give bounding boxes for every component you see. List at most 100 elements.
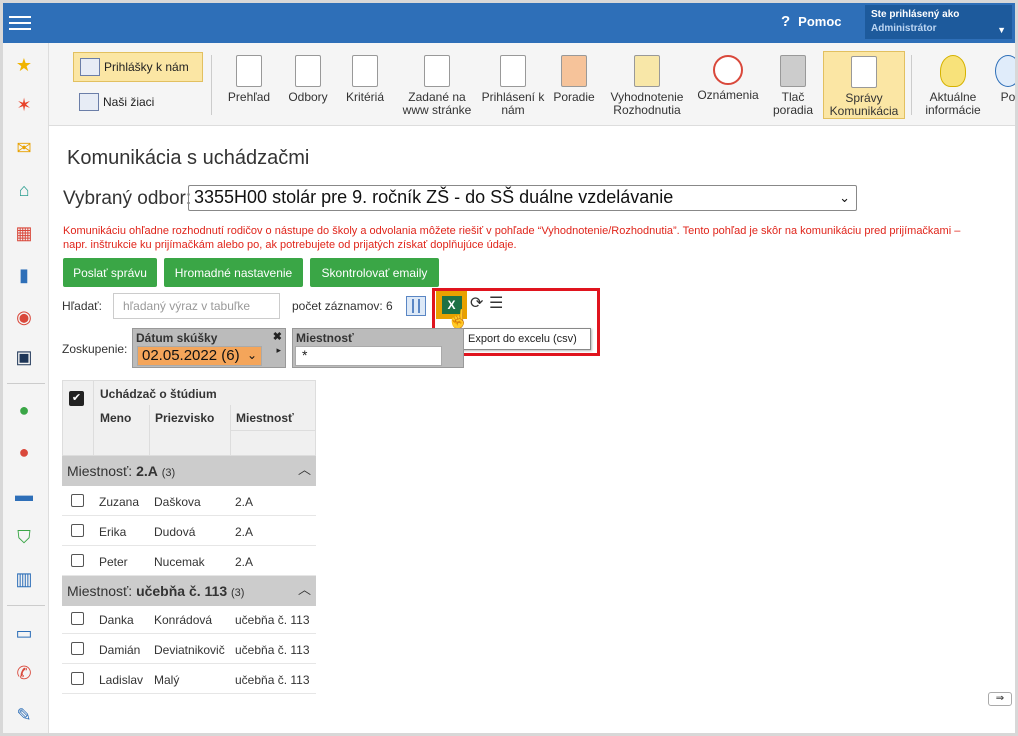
clipboard-search-icon bbox=[295, 55, 321, 87]
field-select[interactable]: 3355H00 stolár pre 9. ročník ZŠ - do SŠ … bbox=[188, 185, 857, 211]
ribbon-help[interactable]: Po bbox=[993, 51, 1015, 119]
col-miestnost[interactable]: Miestnosť bbox=[236, 411, 294, 425]
ribbon-divider bbox=[911, 55, 912, 115]
help-circle-icon bbox=[995, 55, 1015, 87]
star-icon[interactable]: ★ bbox=[12, 53, 36, 77]
row-checkbox[interactable] bbox=[71, 672, 84, 685]
col-meno[interactable]: Meno bbox=[100, 411, 131, 425]
cell: učebňa č. 113 bbox=[235, 613, 310, 627]
magic-wand-icon[interactable]: ✶ bbox=[12, 93, 36, 117]
book-icon[interactable]: ▮ bbox=[12, 263, 36, 287]
menu-icon[interactable] bbox=[9, 12, 31, 30]
our-students-button[interactable]: Naši žiaci bbox=[73, 87, 203, 117]
ribbon-zadane[interactable]: Zadané na www stránke bbox=[397, 51, 477, 119]
ribbon-divider bbox=[211, 55, 212, 115]
ribbon-spravy[interactable]: Správy Komunikácia bbox=[823, 51, 905, 119]
col-priezvisko[interactable]: Priezvisko bbox=[155, 411, 214, 425]
cell: učebňa č. 113 bbox=[235, 643, 310, 657]
ribbon-prihlaseni[interactable]: Prihlásení k nám bbox=[481, 51, 545, 119]
chevron-down-icon: ⌄ bbox=[246, 348, 257, 362]
row-checkbox[interactable] bbox=[71, 612, 84, 625]
chart-icon[interactable]: ▥ bbox=[12, 567, 36, 591]
ribbon-kriteria[interactable]: Kritériá bbox=[339, 51, 391, 119]
chevron-up-icon[interactable]: ︿ bbox=[298, 579, 311, 598]
check-emails-button[interactable]: Skontrolovať emaily bbox=[310, 258, 439, 287]
date-select[interactable]: 02.05.2022 (6) ⌄ bbox=[137, 346, 262, 366]
chevron-up-icon[interactable]: ︿ bbox=[298, 459, 311, 478]
applications-to-us-button[interactable]: Prihlášky k nám bbox=[73, 52, 203, 82]
clipboard-eye-icon bbox=[236, 55, 262, 87]
cell: Peter bbox=[99, 555, 128, 569]
table-row[interactable]: Peter Nucemak 2.A bbox=[62, 546, 316, 576]
grid-header: ✔ Uchádzač o štúdium Meno Priezvisko Mie… bbox=[62, 380, 316, 457]
bulk-settings-button[interactable]: Hromadné nastavenie bbox=[164, 258, 303, 287]
ribbon-oznamenia[interactable]: Oznámenia bbox=[693, 51, 763, 119]
group-row[interactable]: Miestnosť: 2.A (3) ︿ bbox=[62, 456, 316, 486]
info-note: Komunikáciu ohľadne rozhodnutí rodičov o… bbox=[63, 225, 961, 251]
cell: Nucemak bbox=[154, 555, 205, 569]
triangle-right-icon: ▸ bbox=[276, 345, 281, 355]
columns-icon[interactable] bbox=[406, 296, 426, 316]
institution-icon bbox=[79, 93, 99, 111]
room-filter-input[interactable]: * bbox=[295, 346, 442, 366]
field-label: Vybraný odbor: bbox=[63, 188, 192, 209]
pen-icon[interactable]: ✎ bbox=[12, 703, 36, 727]
table-row[interactable]: Zuzana Daškova 2.A bbox=[62, 486, 316, 516]
select-all-checkbox[interactable]: ✔ bbox=[69, 391, 84, 406]
cell: 2.A bbox=[235, 495, 254, 509]
table-row[interactable]: Ladislav Malý učebňa č. 113 bbox=[62, 664, 316, 694]
row-checkbox[interactable] bbox=[71, 494, 84, 507]
home-icon[interactable]: ⌂ bbox=[12, 178, 36, 202]
row-checkbox[interactable] bbox=[71, 642, 84, 655]
briefcase-icon[interactable]: ▬ bbox=[12, 483, 36, 507]
help-label: Pomoc bbox=[798, 14, 842, 29]
row-checkbox[interactable] bbox=[71, 554, 84, 567]
ribbon-aktualne[interactable]: Aktuálne informácie bbox=[917, 51, 989, 119]
institution-icon bbox=[80, 58, 100, 76]
cell: Malý bbox=[154, 673, 180, 687]
chat-icon[interactable]: ✆ bbox=[12, 661, 36, 685]
arrow-right-icon[interactable]: ⇒ bbox=[988, 692, 1012, 706]
user-icon[interactable]: ◉ bbox=[12, 305, 36, 329]
group-chip-date[interactable]: Dátum skúšky ✖ 02.05.2022 (6) ⌄ ▸ bbox=[132, 328, 286, 368]
check-circle-icon[interactable]: ● bbox=[12, 398, 36, 422]
ribbon-odbory[interactable]: Odbory bbox=[283, 51, 333, 119]
row-checkbox[interactable] bbox=[71, 524, 84, 537]
group-prefix: Miestnosť: bbox=[67, 583, 133, 599]
cell: učebňa č. 113 bbox=[235, 673, 310, 687]
ribbon-tlac[interactable]: Tlač poradia bbox=[769, 51, 817, 119]
chevron-down-icon: ⌄ bbox=[839, 190, 850, 205]
cell: 2.A bbox=[235, 555, 254, 569]
group-chip-room[interactable]: Miestnosť * bbox=[292, 328, 464, 368]
ribbon-poradie[interactable]: Poradie bbox=[549, 51, 599, 119]
send-message-button[interactable]: Poslať správu bbox=[63, 258, 157, 287]
ribbon-small-label: Naši žiaci bbox=[103, 95, 155, 109]
grid-divider bbox=[230, 430, 316, 431]
clipboard-check-icon bbox=[500, 55, 526, 87]
grade-icon[interactable]: ● bbox=[12, 440, 36, 464]
table-row[interactable]: Damián Deviatnikovič učebňa č. 113 bbox=[62, 634, 316, 664]
group-prefix: Miestnosť: bbox=[67, 463, 133, 479]
table-row[interactable]: Danka Konrádová učebňa č. 113 bbox=[62, 604, 316, 634]
calendar-icon[interactable]: ▦ bbox=[12, 221, 36, 245]
search-input[interactable]: hľadaný výraz v tabuľke bbox=[113, 293, 280, 319]
sidebar-divider bbox=[7, 605, 45, 606]
schedule-icon[interactable]: ▣ bbox=[12, 345, 36, 369]
mail-icon[interactable]: ✉ bbox=[12, 136, 36, 160]
shield-icon[interactable]: ⛉ bbox=[12, 525, 36, 549]
ribbon-prehlad[interactable]: Prehľad bbox=[221, 51, 277, 119]
close-icon[interactable]: ✖ bbox=[273, 330, 282, 343]
group-row[interactable]: Miestnosť: učebňa č. 113 (3) ︿ bbox=[62, 576, 316, 606]
ribbon-toolbar: Prihlášky k nám Naši žiaci Prehľad Odbor… bbox=[49, 43, 1015, 126]
group-name: 2.A bbox=[136, 463, 158, 479]
user-menu[interactable]: Ste prihlásený ako Administrátor ▼ bbox=[865, 5, 1012, 39]
cell: Konrádová bbox=[154, 613, 213, 627]
field-select-value: 3355H00 stolár pre 9. ročník ZŠ - do SŠ … bbox=[194, 187, 674, 207]
hand-cursor-icon: ☝ bbox=[447, 309, 470, 329]
question-icon: ? bbox=[781, 13, 791, 30]
open-book-icon[interactable]: ▭ bbox=[12, 621, 36, 645]
ribbon-vyhodnotenie[interactable]: Vyhodnotenie Rozhodnutia bbox=[605, 51, 689, 119]
help-button[interactable]: ? Pomoc bbox=[781, 13, 842, 30]
table-row[interactable]: Erika Dudová 2.A bbox=[62, 516, 316, 546]
ranking-warning-icon bbox=[561, 55, 587, 87]
